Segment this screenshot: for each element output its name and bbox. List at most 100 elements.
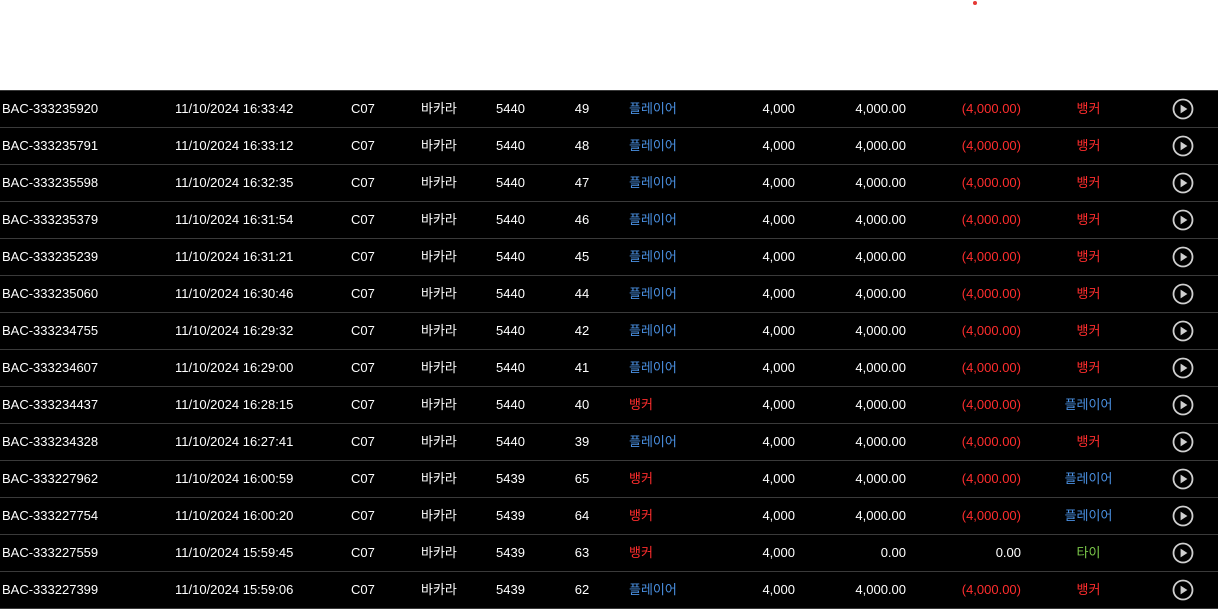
replay-button[interactable]: [1170, 387, 1196, 423]
game-name: 바카라: [421, 582, 457, 597]
game-result: 뱅커: [1076, 360, 1101, 375]
shoe-number: 5440: [496, 101, 525, 116]
game-result: 뱅커: [1076, 249, 1101, 264]
bet-id: BAC-333227399: [2, 582, 99, 597]
replay-button[interactable]: [1170, 424, 1196, 460]
table-code: C07: [351, 360, 375, 375]
valid-bet: 4,000.00: [855, 249, 906, 264]
bet-id: BAC-333234437: [2, 397, 99, 412]
round-number: 49: [574, 101, 590, 116]
table-row: BAC-333234437 11/10/2024 16:28:15 C07 바카…: [0, 387, 1218, 424]
bet-amount: 4,000: [762, 249, 795, 264]
valid-bet: 4,000.00: [855, 434, 906, 449]
bet-amount: 4,000: [762, 138, 795, 153]
game-result: 뱅커: [1076, 582, 1101, 597]
shoe-number: 5440: [496, 286, 525, 301]
round-number: 63: [574, 545, 590, 560]
bet-amount: 4,000: [762, 582, 795, 597]
replay-button[interactable]: [1170, 313, 1196, 349]
table-row: BAC-333235791 11/10/2024 16:33:12 C07 바카…: [0, 128, 1218, 165]
play-circle-icon: [1172, 246, 1194, 268]
bet-id: BAC-333235379: [2, 212, 99, 227]
bet-side: 뱅커: [629, 471, 653, 486]
game-name: 바카라: [421, 286, 457, 301]
replay-button[interactable]: [1170, 350, 1196, 386]
valid-bet: 4,000.00: [855, 582, 906, 597]
replay-button[interactable]: [1170, 239, 1196, 275]
valid-bet: 4,000.00: [855, 397, 906, 412]
table-row: BAC-333234755 11/10/2024 16:29:32 C07 바카…: [0, 313, 1218, 350]
table-code: C07: [351, 397, 375, 412]
round-number: 40: [574, 397, 590, 412]
win-loss: (4,000.00): [961, 397, 1021, 412]
win-loss: (4,000.00): [961, 175, 1021, 190]
table-code: C07: [351, 138, 375, 153]
play-circle-icon: [1172, 98, 1194, 120]
bet-side: 플레이어: [629, 101, 677, 116]
shoe-number: 5439: [496, 471, 525, 486]
shoe-number: 5440: [496, 323, 525, 338]
bet-id: BAC-333227962: [2, 471, 99, 486]
bet-time: 11/10/2024 16:27:41: [175, 434, 294, 449]
table-row: BAC-333227754 11/10/2024 16:00:20 C07 바카…: [0, 498, 1218, 535]
bet-id: BAC-333227559: [2, 545, 99, 560]
table-row: BAC-333235379 11/10/2024 16:31:54 C07 바카…: [0, 202, 1218, 239]
replay-button[interactable]: [1170, 165, 1196, 201]
win-loss: (4,000.00): [961, 360, 1021, 375]
shoe-number: 5440: [496, 360, 525, 375]
win-loss: (4,000.00): [961, 286, 1021, 301]
bet-time: 11/10/2024 16:32:35: [175, 175, 294, 190]
bet-amount: 4,000: [762, 360, 795, 375]
valid-bet: 4,000.00: [855, 360, 906, 375]
bet-id: BAC-333227754: [2, 508, 99, 523]
bet-amount: 4,000: [762, 434, 795, 449]
game-name: 바카라: [421, 323, 457, 338]
replay-button[interactable]: [1170, 91, 1196, 127]
bet-side: 뱅커: [629, 545, 653, 560]
game-name: 바카라: [421, 545, 457, 560]
round-number: 42: [574, 323, 590, 338]
shoe-number: 5440: [496, 397, 525, 412]
play-circle-icon: [1172, 320, 1194, 342]
replay-button[interactable]: [1170, 572, 1196, 608]
play-circle-icon: [1172, 505, 1194, 527]
game-name: 바카라: [421, 397, 457, 412]
replay-button[interactable]: [1170, 461, 1196, 497]
table-row: BAC-333227559 11/10/2024 15:59:45 C07 바카…: [0, 535, 1218, 572]
game-result: 뱅커: [1076, 323, 1101, 338]
win-loss: (4,000.00): [961, 138, 1021, 153]
replay-button[interactable]: [1170, 128, 1196, 164]
table-code: C07: [351, 212, 375, 227]
play-circle-icon: [1172, 468, 1194, 490]
bet-id: BAC-333235060: [2, 286, 99, 301]
round-number: 65: [574, 471, 590, 486]
game-result: 뱅커: [1076, 212, 1101, 227]
table-code: C07: [351, 582, 375, 597]
game-name: 바카라: [421, 434, 457, 449]
table-code: C07: [351, 175, 375, 190]
round-number: 39: [574, 434, 590, 449]
shoe-number: 5440: [496, 249, 525, 264]
bet-side: 플레이어: [629, 175, 677, 190]
play-circle-icon: [1172, 394, 1194, 416]
bet-id: BAC-333235598: [2, 175, 99, 190]
shoe-number: 5440: [496, 212, 525, 227]
play-circle-icon: [1172, 357, 1194, 379]
replay-button[interactable]: [1170, 498, 1196, 534]
game-name: 바카라: [421, 175, 457, 190]
bet-side: 플레이어: [629, 249, 677, 264]
bet-side: 플레이어: [629, 434, 677, 449]
replay-button[interactable]: [1170, 276, 1196, 312]
round-number: 48: [574, 138, 590, 153]
game-name: 바카라: [421, 471, 457, 486]
valid-bet: 4,000.00: [855, 101, 906, 116]
bet-id: BAC-333234607: [2, 360, 99, 375]
replay-button[interactable]: [1170, 202, 1196, 238]
replay-button[interactable]: [1170, 535, 1196, 571]
game-name: 바카라: [421, 101, 457, 116]
valid-bet: 4,000.00: [855, 286, 906, 301]
table-code: C07: [351, 323, 375, 338]
table-row: BAC-333235239 11/10/2024 16:31:21 C07 바카…: [0, 239, 1218, 276]
play-circle-icon: [1172, 431, 1194, 453]
game-result: 플레이어: [1064, 508, 1113, 523]
